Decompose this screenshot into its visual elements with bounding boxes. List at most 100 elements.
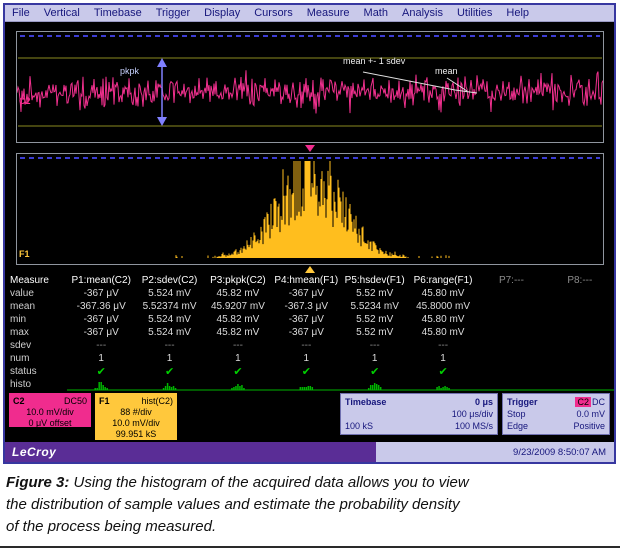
measure-cell: 5.52 mV <box>341 327 409 338</box>
histogram-center-marker-icon <box>305 145 315 152</box>
mean-annotation: mean <box>435 66 458 76</box>
measure-cell: -367 μV <box>272 314 340 325</box>
measure-table: MeasureP1:mean(C2)P2:sdev(C2)P3:pkpk(C2)… <box>5 274 614 391</box>
trigger-level: 0.0 mV <box>576 408 605 420</box>
measure-cell: 45.80 mV <box>409 327 477 338</box>
menu-item-cursors[interactable]: Cursors <box>247 7 300 19</box>
trigger-type: Edge <box>507 420 528 432</box>
measure-row-label: max <box>5 327 67 338</box>
measure-cell: 45.82 mV <box>204 288 272 299</box>
measure-cell: 1 <box>204 353 272 364</box>
measure-cell: 5.5234 mV <box>341 301 409 312</box>
timebase-rate: 100 MS/s <box>455 420 493 432</box>
measure-cell: 5.524 mV <box>135 288 203 299</box>
f1-vertical-scale: 88 #/div <box>99 407 173 418</box>
histogram-origin-marker-icon <box>305 266 315 273</box>
measure-col-header[interactable]: P7:--- <box>477 275 545 286</box>
waveform-display: pkpk mean +- 1 sdev mean C2 F1 <box>5 22 614 274</box>
measure-row: min-367 μV5.524 mV45.82 mV-367 μV5.52 mV… <box>5 313 614 326</box>
figure-caption-label: Figure 3: <box>6 474 69 491</box>
measure-col-header[interactable]: P3:pkpk(C2) <box>204 275 272 286</box>
histogram-grid: F1 <box>16 153 604 265</box>
measure-cell: --- <box>67 340 135 351</box>
timebase-title: Timebase <box>345 396 386 408</box>
measure-row-label: mean <box>5 301 67 312</box>
c2-descriptor[interactable]: C2 DC50 10.0 mV/div 0 μV offset <box>9 393 91 427</box>
menu-item-math[interactable]: Math <box>357 7 395 19</box>
menu-item-vertical[interactable]: Vertical <box>37 7 87 19</box>
footer-strip: LeCroy 9/23/2009 8:50:07 AM <box>5 442 614 462</box>
c2-offset: 0 μV offset <box>13 418 87 429</box>
measure-cell: 5.524 mV <box>135 314 203 325</box>
measure-cell: -367.36 μV <box>67 301 135 312</box>
histo-icons <box>67 379 614 391</box>
measure-row-label: value <box>5 288 67 299</box>
menu-item-file[interactable]: File <box>5 7 37 19</box>
measure-cell: 1 <box>409 353 477 364</box>
menu-item-trigger[interactable]: Trigger <box>149 7 197 19</box>
trigger-source-group: C2DC <box>575 396 605 408</box>
c2-scale: 10.0 mV/div <box>13 407 87 418</box>
measure-row-label: min <box>5 314 67 325</box>
menu-item-measure[interactable]: Measure <box>300 7 357 19</box>
pkpk-annotation: pkpk <box>120 66 139 76</box>
measure-col-header[interactable]: P8:--- <box>546 275 614 286</box>
timebase-scale: 100 μs/div <box>452 408 493 420</box>
measure-row-label: histo <box>5 379 67 390</box>
measure-title: Measure <box>5 275 67 286</box>
timebase-position: 0 μs <box>475 396 493 408</box>
measure-cell: 45.82 mV <box>204 314 272 325</box>
measure-col-header[interactable]: P4:hmean(F1) <box>272 275 340 286</box>
timebase-samples: 100 kS <box>345 420 373 432</box>
figure-caption-text: Using the histogram of the acquired data… <box>6 474 469 535</box>
measure-cell: 1 <box>67 353 135 364</box>
menu-item-display[interactable]: Display <box>197 7 247 19</box>
measure-cell: -367 μV <box>67 314 135 325</box>
menu-item-utilities[interactable]: Utilities <box>450 7 499 19</box>
measure-cell: 1 <box>341 353 409 364</box>
trigger-descriptor[interactable]: Trigger C2DC Stop 0.0 mV Edge Positive <box>502 393 610 435</box>
measure-col-header[interactable]: P1:mean(C2) <box>67 275 135 286</box>
measure-cell: --- <box>341 340 409 351</box>
measure-row: num111111 <box>5 352 614 365</box>
measure-cell: --- <box>204 340 272 351</box>
menu-item-help[interactable]: Help <box>499 7 536 19</box>
measure-row-label: num <box>5 353 67 364</box>
trigger-coupling: DC <box>592 397 605 407</box>
measure-col-header[interactable]: P2:sdev(C2) <box>135 275 203 286</box>
measure-cell: --- <box>409 340 477 351</box>
c2-noise-trace <box>17 32 603 142</box>
measure-row: sdev------------------ <box>5 339 614 352</box>
measure-cell: ✔ <box>67 365 135 378</box>
c2-title: C2 <box>13 395 25 407</box>
timebase-descriptor[interactable]: Timebase 0 μs 100 μs/div 100 kS 100 MS/s <box>340 393 498 435</box>
trigger-mode: Stop <box>507 408 526 420</box>
measure-row: mean-367.36 μV5.52374 mV45.9207 mV-367.3… <box>5 300 614 313</box>
trigger-title: Trigger <box>507 396 538 408</box>
menu-item-timebase[interactable]: Timebase <box>87 7 149 19</box>
f1-horizontal-scale: 10.0 mV/div <box>99 418 173 429</box>
lecroy-logo: LeCroy <box>5 445 56 459</box>
measure-cell: --- <box>272 340 340 351</box>
measure-row: max-367 μV5.524 mV45.82 mV-367 μV5.52 mV… <box>5 326 614 339</box>
measure-cell: 5.524 mV <box>135 327 203 338</box>
measure-row: value-367 μV5.524 mV45.82 mV-367 μV5.52 … <box>5 287 614 300</box>
measure-col-header[interactable]: P5:hsdev(F1) <box>341 275 409 286</box>
measure-cell: 45.80 mV <box>409 288 477 299</box>
measure-col-header[interactable]: P6:range(F1) <box>409 275 477 286</box>
f1-descriptor[interactable]: F1 hist(C2) 88 #/div 10.0 mV/div 99.951 … <box>95 393 177 440</box>
mean-sdev-annotation: mean +- 1 sdev <box>343 56 405 66</box>
f1-function: hist(C2) <box>141 395 173 407</box>
measure-cell: -367 μV <box>67 288 135 299</box>
measure-cell: 5.52 mV <box>341 314 409 325</box>
measure-cell: -367 μV <box>272 288 340 299</box>
measure-cell: 1 <box>135 353 203 364</box>
measure-cell: 45.82 mV <box>204 327 272 338</box>
f1-trace-label: F1 <box>19 249 30 259</box>
figure-caption: Figure 3: Using the histogram of the acq… <box>6 472 474 537</box>
menu-bar: FileVerticalTimebaseTriggerDisplayCursor… <box>5 5 614 22</box>
measure-cell: 45.9207 mV <box>204 301 272 312</box>
menu-item-analysis[interactable]: Analysis <box>395 7 450 19</box>
measure-cell: ✔ <box>341 365 409 378</box>
measure-row: histo <box>5 378 614 391</box>
